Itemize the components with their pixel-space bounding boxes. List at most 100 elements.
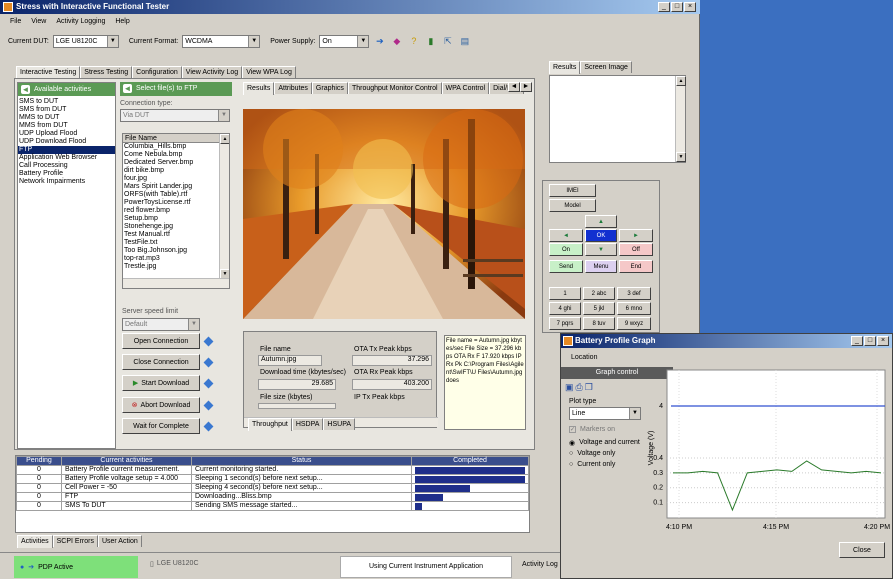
file-list-hscrollbar[interactable]: [123, 278, 229, 288]
arrow-right-icon[interactable]: ►: [619, 229, 653, 242]
file-item[interactable]: Too Big.Johnson.jpg: [123, 247, 221, 255]
activity-item[interactable]: Call Processing: [18, 162, 115, 170]
tab-scpi-errors[interactable]: SCPI Errors: [52, 535, 98, 547]
file-item[interactable]: top-rat.mp3: [123, 255, 221, 263]
wait-for-complete-button[interactable]: Wait for Complete: [122, 418, 200, 434]
radio-voltage-and-current[interactable]: ◉ Voltage and current: [569, 439, 640, 447]
col-status[interactable]: Status: [191, 456, 412, 466]
save-icon[interactable]: ▣: [565, 382, 574, 393]
tab-configuration[interactable]: Configuration: [132, 66, 182, 78]
key-4[interactable]: 4 ghi: [549, 302, 581, 315]
tab-screen-image[interactable]: Screen Image: [580, 61, 632, 73]
record-icon[interactable]: ◆: [390, 35, 403, 48]
activity-item[interactable]: UDP Download Flood: [18, 138, 115, 146]
tab-hsupa[interactable]: HSUPA: [323, 418, 356, 430]
model-button[interactable]: Model: [549, 199, 596, 212]
off-button[interactable]: Off: [619, 243, 653, 256]
tab-hsdpa[interactable]: HSDPA: [291, 418, 324, 430]
file-item[interactable]: Mars Spirit Lander.jpg: [123, 183, 221, 191]
col-current-activities[interactable]: Current activities: [61, 456, 192, 466]
location-label[interactable]: Location: [571, 354, 597, 361]
copy-icon[interactable]: ❐: [585, 382, 593, 393]
menu-view[interactable]: View: [31, 15, 46, 28]
activity-item[interactable]: SMS to DUT: [18, 98, 115, 106]
file-item[interactable]: PowerToysLicense.rtf: [123, 199, 221, 207]
help-icon[interactable]: ?: [407, 35, 420, 48]
maximize-button[interactable]: □: [864, 336, 876, 346]
results-scrollbar[interactable]: ▲ ▼: [675, 76, 686, 162]
arrow-down-icon[interactable]: ▼: [585, 243, 617, 256]
file-item[interactable]: Come Nebula.bmp: [123, 151, 221, 159]
file-item[interactable]: Dedicated Server.bmp: [123, 159, 221, 167]
menu-file[interactable]: File: [10, 15, 21, 28]
tab-throughput-monitor-control[interactable]: Throughput Monitor Control: [347, 82, 442, 94]
tab-activities[interactable]: Activities: [17, 535, 53, 548]
activity-item[interactable]: MMS to DUT: [18, 114, 115, 122]
file-item[interactable]: Stonehenge.jpg: [123, 223, 221, 231]
tab-results[interactable]: Results: [243, 82, 275, 95]
minimize-button[interactable]: _: [658, 2, 670, 12]
table-row[interactable]: 0 SMS To DUT Sending SMS message started..…: [16, 501, 529, 511]
end-button[interactable]: End: [619, 260, 653, 273]
close-button[interactable]: ×: [877, 336, 889, 346]
table-row[interactable]: 0 Battery Profile voltage setup = 4.000 Sl…: [16, 474, 529, 484]
close-dialog-button[interactable]: Close: [839, 542, 885, 558]
on-button[interactable]: On: [549, 243, 583, 256]
col-completed[interactable]: Completed: [411, 456, 529, 466]
open-connection-button[interactable]: Open Connection: [122, 333, 200, 349]
tab-right-results[interactable]: Results: [549, 61, 581, 74]
file-item[interactable]: red flower.bmp: [123, 207, 221, 215]
file-list-scrollbar[interactable]: ▲ ▼: [219, 134, 229, 279]
tab-throughput[interactable]: Throughput: [248, 418, 292, 431]
server-speed-select[interactable]: Default ▼: [122, 318, 200, 331]
key-8[interactable]: 8 tuv: [583, 317, 615, 330]
activity-item[interactable]: UDP Upload Flood: [18, 130, 115, 138]
key-3[interactable]: 3 def: [617, 287, 651, 300]
table-row[interactable]: 0 Battery Profile current measurement. Cur…: [16, 465, 529, 475]
activity-log-status[interactable]: Activity Log: [522, 561, 558, 568]
tab-user-action[interactable]: User Action: [97, 535, 142, 547]
key-9[interactable]: 9 wxyz: [617, 317, 651, 330]
plot-type-select[interactable]: Line ▼: [569, 407, 641, 420]
file-item[interactable]: Trestle.jpg: [123, 263, 221, 271]
minimize-button[interactable]: _: [851, 336, 863, 346]
file-item[interactable]: Setup.bmp: [123, 215, 221, 223]
print-icon[interactable]: ⎙: [576, 382, 583, 393]
activity-item[interactable]: MMS from DUT: [18, 122, 115, 130]
tab-wpa-control[interactable]: WPA Control: [441, 82, 490, 94]
arrow-up-icon[interactable]: ▲: [585, 215, 617, 228]
file-item[interactable]: dirt bike.bmp: [123, 167, 221, 175]
radio-voltage-only[interactable]: ○ Voltage only: [569, 450, 615, 457]
file-item[interactable]: TestFile.txt: [123, 239, 221, 247]
connection-type-select[interactable]: Via DUT ▼: [120, 109, 230, 122]
col-pending[interactable]: Pending: [16, 456, 62, 466]
ok-button[interactable]: OK: [585, 229, 617, 242]
file-item[interactable]: ORFS(with Table).rtf: [123, 191, 221, 199]
file-item[interactable]: Test Manual.rtf: [123, 231, 221, 239]
close-button[interactable]: ×: [684, 2, 696, 12]
battery-icon[interactable]: ▮: [424, 35, 437, 48]
menu-button[interactable]: Menu: [585, 260, 617, 273]
table-row[interactable]: 0 FTP Downloading...Bliss.bmp: [16, 492, 529, 502]
file-list-header[interactable]: File Name: [123, 134, 221, 143]
start-download-button[interactable]: ▶ Start Download: [122, 375, 200, 391]
key-7[interactable]: 7 pqrs: [549, 317, 581, 330]
maximize-button[interactable]: □: [671, 2, 683, 12]
ftp-header[interactable]: ◄ Select file(s) to FTP: [120, 82, 232, 96]
key-6[interactable]: 6 mno: [617, 302, 651, 315]
report-icon[interactable]: ▤: [458, 35, 471, 48]
radio-current-only[interactable]: ○ Current only: [569, 461, 615, 468]
activity-item[interactable]: Battery Profile: [18, 170, 115, 178]
chevron-left-icon[interactable]: ◄: [508, 82, 520, 92]
markers-on-checkbox[interactable]: ✓ Markers on: [569, 426, 615, 433]
file-item[interactable]: Columbia_Hills.bmp: [123, 143, 221, 151]
file-item[interactable]: four.jpg: [123, 175, 221, 183]
menu-help[interactable]: Help: [115, 15, 129, 28]
activity-item[interactable]: Application Web Browser: [18, 154, 115, 162]
activity-item[interactable]: SMS from DUT: [18, 106, 115, 114]
tab-attributes[interactable]: Attributes: [274, 82, 312, 94]
imei-button[interactable]: IMEI: [549, 184, 596, 197]
table-row[interactable]: 0 Cell Power = -50 Sleeping 4 second(s) be…: [16, 483, 529, 493]
power-supply-select[interactable]: On ▼: [319, 34, 370, 48]
abort-download-button[interactable]: ⊗ Abort Download: [122, 397, 200, 413]
